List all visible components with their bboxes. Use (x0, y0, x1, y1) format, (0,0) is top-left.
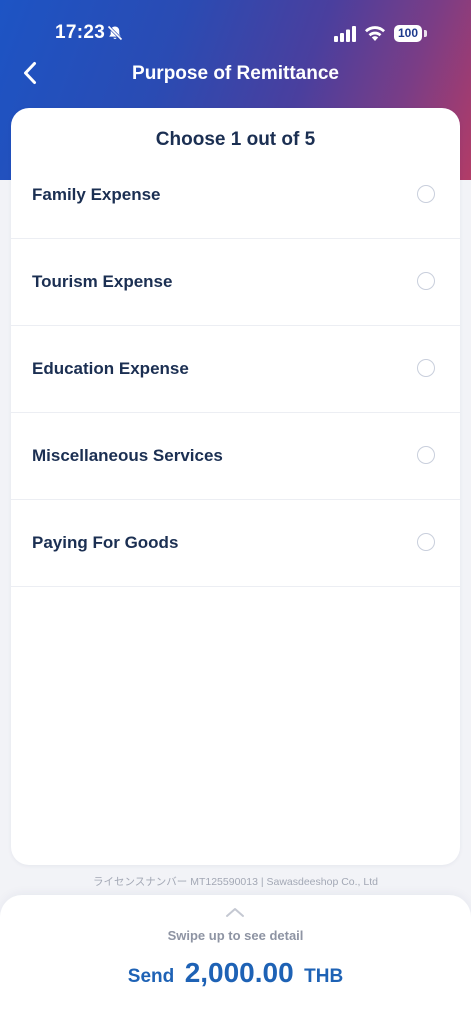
option-paying-for-goods[interactable]: Paying For Goods (11, 500, 460, 587)
chevron-up-icon[interactable] (225, 905, 245, 917)
currency-label: THB (304, 966, 344, 987)
swipe-hint: Swipe up to see detail (167, 928, 304, 943)
option-family-expense[interactable]: Family Expense (11, 152, 460, 239)
radio-button[interactable] (417, 359, 435, 377)
option-tourism-expense[interactable]: Tourism Expense (11, 239, 460, 326)
battery-icon: 100 (394, 25, 422, 42)
wifi-icon (364, 24, 386, 42)
license-text: ライセンスナンバー MT125590013 | Sawasdeeshop Co.… (93, 876, 378, 888)
cellular-signal-icon (334, 26, 358, 42)
amount-value: 2,000.00 (184, 957, 294, 988)
send-label: Send (127, 966, 175, 987)
option-label: Paying For Goods (32, 533, 179, 552)
purpose-options-list: Family Expense Tourism Expense Education… (11, 152, 460, 587)
option-education-expense[interactable]: Education Expense (11, 326, 460, 413)
bottom-sheet[interactable]: Swipe up to see detail Send 2,000.00 THB (0, 895, 471, 1024)
option-label: Family Expense (32, 185, 161, 204)
option-miscellaneous-services[interactable]: Miscellaneous Services (11, 413, 460, 500)
radio-button[interactable] (417, 533, 435, 551)
battery-tip (424, 30, 427, 37)
bell-slash-icon (106, 24, 124, 42)
option-label: Tourism Expense (32, 272, 173, 291)
radio-button[interactable] (417, 446, 435, 464)
option-label: Miscellaneous Services (32, 446, 223, 465)
radio-button[interactable] (417, 272, 435, 290)
send-amount-summary: Send 2,000.00 THB (0, 957, 471, 989)
purpose-selection-card: Choose 1 out of 5 Family Expense Tourism… (11, 108, 460, 865)
option-label: Education Expense (32, 359, 189, 378)
radio-button[interactable] (417, 185, 435, 203)
status-bar: 17:23 100 (0, 0, 471, 64)
selection-heading: Choose 1 out of 5 (155, 129, 316, 150)
page-title: Purpose of Remittance (132, 63, 339, 84)
status-time: 17:23 (55, 22, 106, 43)
